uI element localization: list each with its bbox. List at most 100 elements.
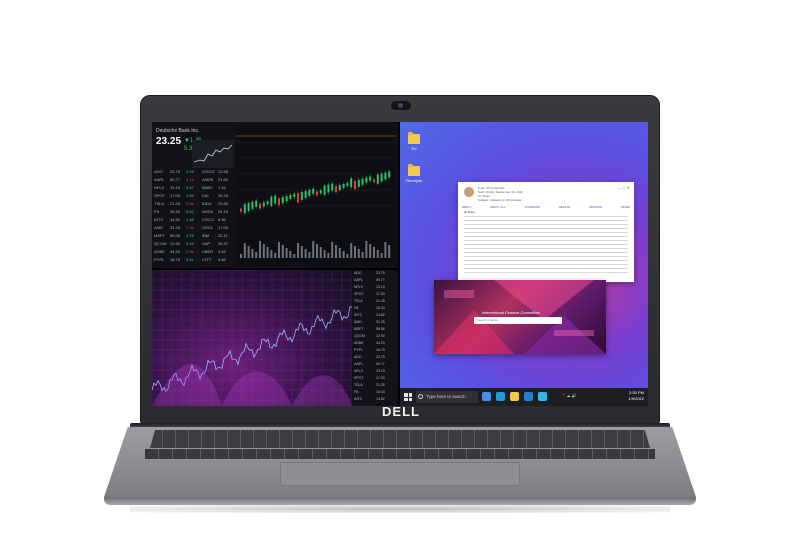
volume-bar — [323, 250, 326, 258]
store-icon[interactable] — [538, 392, 547, 401]
touchpad — [280, 462, 520, 486]
reply-all-button[interactable]: REPLY ALL — [490, 205, 506, 209]
table-cell: NFLX — [354, 369, 363, 373]
table-cell: LYFT — [202, 257, 212, 262]
table-row[interactable]: AAPL 69.77 — [352, 361, 398, 368]
folder-icon — [408, 164, 420, 176]
table-row[interactable]: SPOT 17.00 — [352, 291, 398, 298]
table-cell: SPOT — [354, 376, 364, 380]
volume-bar — [376, 250, 379, 258]
desktop-folder[interactable]: Ed — [404, 132, 424, 151]
system-tray[interactable]: ⌃ ☁ 🔊 — [562, 393, 577, 398]
email-greeting: Hi Team, — [464, 210, 476, 214]
table-cell: 17.00 — [376, 292, 385, 296]
table-cell: TSLA — [154, 201, 165, 206]
table-cell: INTC — [354, 397, 363, 401]
taskbar-clock[interactable]: 2:30 PM 1/9/2022 — [628, 390, 644, 402]
reply-button[interactable]: REPLY — [462, 205, 472, 209]
volume-bar — [338, 248, 341, 258]
table-cell: 2.08 — [186, 201, 194, 206]
windows-start-icon[interactable] — [404, 393, 412, 401]
taskbar-search[interactable]: Type here to search — [416, 391, 478, 403]
table-row[interactable]: FB 16.43 0.62 NVDA 24.15 — [154, 208, 234, 216]
table-row[interactable]: AMD 31.25 2.34 ORCL 17.05 — [154, 224, 234, 232]
more-button[interactable]: MORE — [621, 205, 630, 209]
analytics-panel: ADO 23.75 AAPL 69.77 NFLX 13.19 SPOT 17.00 TSLA 2… — [152, 270, 398, 406]
table-cell: QCOM — [354, 334, 365, 338]
table-row[interactable]: PYPL 18.75 0.81 LYFT 6.82 — [154, 256, 234, 264]
table-cell: 8.96 — [218, 217, 226, 222]
candle — [300, 192, 303, 200]
table-cell: AAPL — [354, 362, 363, 366]
table-row[interactable]: ADBE 44.20 1.96 UBER 9.63 — [154, 248, 234, 256]
table-cell: IBM — [202, 233, 210, 238]
table-cell: 17.05 — [218, 225, 229, 230]
table-row[interactable]: INTC 14.82 1.48 CSCO 8.96 — [154, 216, 234, 224]
window-controls[interactable]: — □ ✕ — [618, 185, 630, 190]
table-row[interactable]: ADO 23.75 — [352, 354, 398, 361]
table-row[interactable]: SPOT 17.00 1.65 DAI 19.25 — [154, 192, 234, 200]
image-search-input[interactable]: Search Finance — [474, 317, 562, 324]
table-row[interactable]: AMD 31.25 — [352, 319, 398, 326]
candle — [335, 186, 337, 193]
avatar — [464, 187, 474, 197]
volume-bar — [354, 246, 356, 258]
candle — [259, 203, 261, 209]
table-row[interactable]: MSFT 58.06 1.78 IBM 22.11 — [154, 232, 234, 240]
table-cell: 23.75 — [376, 271, 385, 275]
table-row[interactable]: INTC 14.82 — [352, 312, 398, 319]
folder-icon — [408, 132, 420, 144]
table-row[interactable]: INTC 14.82 — [352, 396, 398, 403]
table-row[interactable]: NFLX 13.19 — [352, 284, 398, 291]
table-cell: 1.78 — [186, 233, 194, 238]
table-row[interactable]: ADBE 44.20 — [352, 340, 398, 347]
table-cell: 19.25 — [218, 193, 229, 198]
table-row[interactable]: ADO 23.75 1.29 GOOG 12.58 — [154, 168, 234, 176]
table-cell: 14.82 — [170, 217, 181, 222]
stock-table: ADO 23.75 1.29 GOOG 12.58 AAPL 69.77 1.14 AMZN 21… — [154, 168, 234, 264]
table-row[interactable]: QCOM 12.90 — [352, 333, 398, 340]
table-cell: FB — [154, 209, 160, 214]
task-view-icon[interactable] — [482, 392, 491, 401]
image-window[interactable]: International Finance Committee Search F… — [434, 280, 606, 354]
ticker-title: Deutsche Bank Inc. — [156, 128, 200, 134]
candle — [354, 181, 356, 189]
table-cell: 0.81 — [186, 257, 194, 262]
volume-bar — [240, 254, 242, 258]
table-row[interactable]: AAPL 69.77 1.14 AMZN 21.60 — [154, 176, 234, 184]
desktop-folder-label: Receipts — [406, 178, 422, 183]
email-window[interactable]: From: Priya Sample Sent: Friday, Septemb… — [458, 182, 634, 282]
table-row[interactable]: ADO 23.75 — [352, 270, 398, 277]
table-row[interactable]: NFLX 13.19 — [352, 368, 398, 375]
table-row[interactable]: AAPL 69.77 — [352, 277, 398, 284]
desktop-folder[interactable]: Receipts — [404, 164, 424, 183]
table-row[interactable]: PYPL 18.75 — [352, 347, 398, 354]
file-explorer-icon[interactable] — [510, 392, 519, 401]
table-row[interactable]: FB 16.43 — [352, 305, 398, 312]
mail-icon[interactable] — [524, 392, 533, 401]
table-cell: 1.96 — [186, 249, 194, 254]
volume-bar — [357, 249, 360, 258]
delete-button[interactable]: DELETE — [559, 205, 571, 209]
table-row[interactable]: MSFT 58.06 — [352, 326, 398, 333]
table-row[interactable]: SPOT 17.00 — [352, 375, 398, 382]
table-row[interactable]: TSLA 21.25 2.08 BIDU 10.80 — [154, 200, 234, 208]
table-cell: DAI — [202, 193, 209, 198]
table-row[interactable]: TSLA 21.25 — [352, 298, 398, 305]
table-row[interactable]: QCOM 12.90 0.45 SAP 15.37 — [154, 240, 234, 248]
table-row[interactable]: TSLA 21.25 — [352, 382, 398, 389]
candle — [342, 184, 345, 188]
table-row[interactable]: FB 16.43 — [352, 389, 398, 396]
table-cell: 16.43 — [376, 306, 385, 310]
volume-bar — [300, 246, 303, 258]
volume-bar — [331, 242, 334, 258]
edge-icon[interactable] — [496, 392, 505, 401]
front-edge — [104, 497, 696, 505]
table-cell: 16.43 — [376, 390, 385, 394]
candle — [338, 185, 341, 191]
table-row[interactable]: NFLX 13.19 0.87 BABY 7.44 — [154, 184, 234, 192]
volume-bar — [350, 243, 353, 258]
forward-button[interactable]: FORWARD — [525, 205, 540, 209]
archive-button[interactable]: ARCHIVE — [589, 205, 602, 209]
table-cell: 69.77 — [376, 362, 385, 366]
